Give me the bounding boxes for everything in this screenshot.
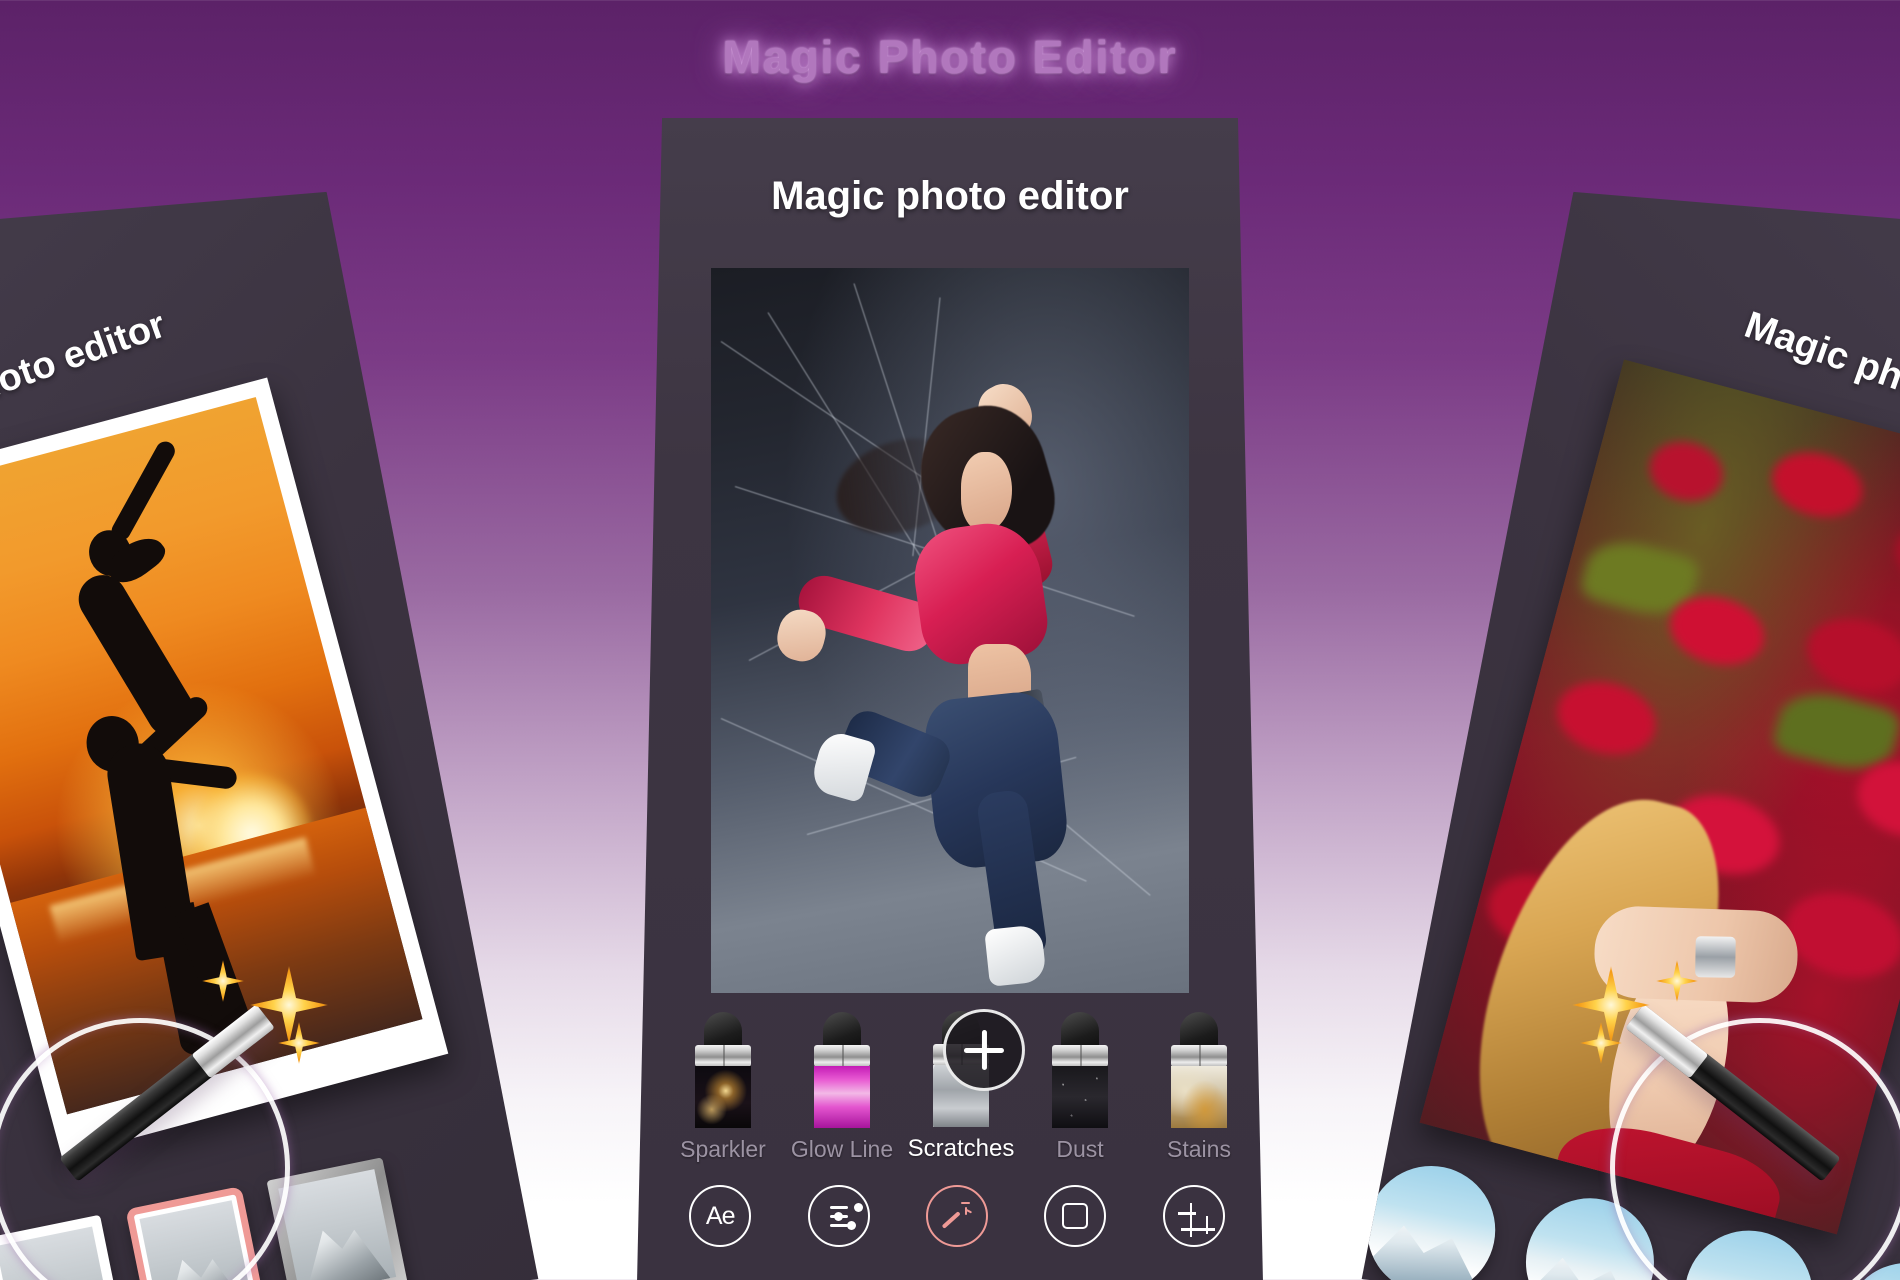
frame-square-icon [1062,1203,1089,1229]
magic-wand-icon-button[interactable] [925,1185,988,1247]
sparkle-star-small [1580,1022,1622,1064]
brush-ferrule [695,1045,751,1067]
mountain-shape [1356,1204,1502,1280]
brush-ferrule [1171,1045,1227,1067]
sliders-icon [818,1200,863,1232]
ae-text-icon-button[interactable]: Ae [689,1185,752,1247]
filter-thumbnail[interactable] [1356,1155,1507,1280]
card-center-title: Magic photo editor [771,174,1129,218]
brush-icon [1168,1012,1230,1128]
brush-tool-sparkler[interactable]: Sparkler [673,1012,773,1163]
brush-barrel [1052,1066,1108,1128]
brush-tool-row[interactable]: Sparkler Glow Line Scratches Dust Stains [673,1003,1249,1163]
brush-label: Scratches [907,1135,1015,1162]
sparkle-star-small [278,1022,320,1064]
brush-barrel [1171,1066,1227,1128]
brush-label: Dust [1056,1136,1104,1162]
rose-blur [1799,607,1900,702]
texture-swatch [1171,1066,1227,1128]
brush-icon [930,1009,1025,1127]
texture-swatch [814,1066,870,1128]
frame-square-icon-button[interactable] [1044,1185,1107,1247]
brush-tool-stains[interactable]: Stains [1149,1012,1249,1163]
brush-label: Stains [1167,1136,1231,1162]
crop-icon [1168,1190,1220,1242]
texture-swatch [1052,1066,1108,1128]
dancer-figure [772,375,1131,987]
brush-barrel [814,1066,870,1128]
brush-icon [811,1012,873,1128]
brush-ferrule [1052,1045,1108,1067]
brush-barrel [695,1066,751,1128]
bottom-toolbar[interactable]: Ae [661,1171,1253,1261]
wand-circle-outline [1610,1018,1900,1280]
rose-blur [1643,434,1729,509]
page-title: Magic Photo Editor [722,31,1178,83]
brush-tool-glow-line[interactable]: Glow Line [790,1012,894,1163]
sparkle-star-small [202,960,244,1002]
silhouette-woman-arm [108,438,178,543]
ae-text-icon: Ae [705,1201,736,1230]
brush-label: Sparkler [680,1136,766,1162]
brush-label: Glow Line [790,1136,894,1162]
rose-blur [1888,516,1900,595]
crop-icon-button[interactable] [1162,1185,1225,1247]
brush-icon [692,1012,754,1128]
sliders-icon-button[interactable] [807,1185,870,1247]
texture-swatch [695,1066,751,1128]
rose-blur [1765,442,1870,526]
brush-tool-dust[interactable]: Dust [1030,1012,1130,1163]
dancer-right-sneaker [983,924,1047,987]
wand-circle-outline [0,1018,290,1280]
dancer-face [961,451,1012,532]
plus-icon[interactable] [942,1009,1025,1091]
frame-strip-label-right: boo [581,1226,627,1260]
brush-icon [1049,1012,1111,1128]
magic-wand-icon [941,1201,973,1231]
dancer-photo [711,268,1189,993]
magic-wand-decoration-left [0,950,400,1280]
promo-stage: Magic Photo Editor Magic photo editor [0,0,1900,1280]
screenshot-card-center[interactable]: Magic photo editor Sparkler Glow Line Sc… [637,118,1263,1280]
magic-wand-decoration-right [1500,950,1900,1280]
brush-ferrule [814,1045,870,1067]
brush-tool-scratches[interactable]: Scratches [908,1009,1025,1163]
sparkle-star-small [1656,960,1698,1002]
